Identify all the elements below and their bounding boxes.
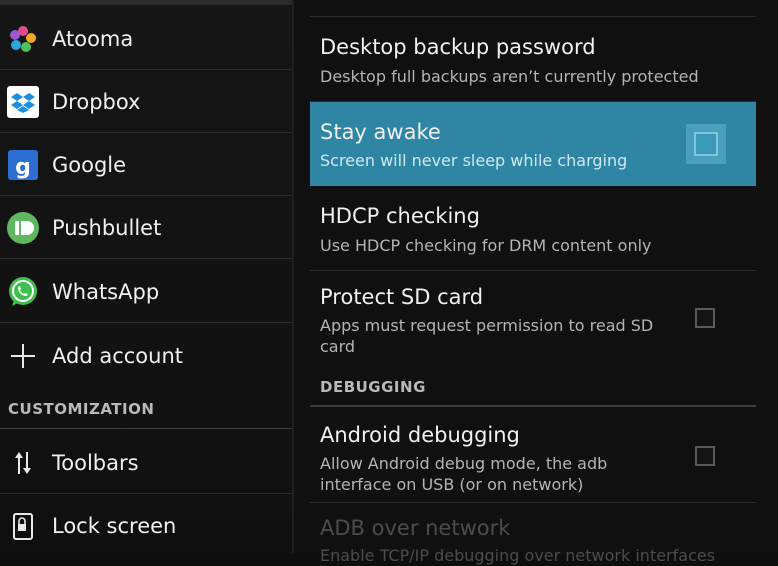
svg-text:g: g — [15, 155, 31, 180]
account-item-whatsapp[interactable]: WhatsApp — [0, 261, 292, 323]
add-account-item[interactable]: Add account — [0, 325, 292, 387]
account-item-dropbox[interactable]: Dropbox — [0, 71, 292, 133]
lock-screen-icon — [6, 509, 40, 543]
pref-title: ADB over network — [320, 516, 511, 540]
pref-summary: Apps must request permission to read SD … — [320, 316, 654, 356]
pref-summary: Screen will never sleep while charging — [320, 151, 628, 170]
pref-title: Android debugging — [320, 423, 520, 447]
lock-screen-item[interactable]: Lock screen — [0, 495, 292, 557]
pref-summary: Desktop full backups aren’t currently pr… — [320, 67, 699, 86]
pref-summary: Use HDCP checking for DRM content only — [320, 236, 652, 255]
debugging-header: DEBUGGING — [320, 378, 426, 396]
item-label: Lock screen — [52, 514, 177, 538]
adb-over-network-pref: ADB over network Enable TCP/IP debugging… — [310, 503, 756, 565]
pref-title: Stay awake — [320, 120, 441, 144]
account-label: Dropbox — [52, 89, 141, 114]
account-label: Atooma — [52, 26, 134, 51]
android-debugging-pref[interactable]: Android debugging Allow Android debug mo… — [310, 407, 756, 503]
pref-summary: Enable TCP/IP debugging over network int… — [320, 546, 716, 565]
dropbox-icon — [6, 85, 40, 119]
desktop-backup-password-pref[interactable]: Desktop backup password Desktop full bac… — [310, 18, 756, 102]
account-item-atooma[interactable]: Atooma — [0, 8, 292, 70]
stay-awake-pref[interactable]: Stay awake Screen will never sleep while… — [310, 102, 756, 186]
account-label: Google — [52, 152, 127, 177]
item-label: Toolbars — [52, 450, 139, 475]
toolbars-icon — [6, 446, 40, 480]
account-label: WhatsApp — [52, 279, 160, 304]
android-debugging-checkbox[interactable] — [695, 446, 715, 466]
toolbars-item[interactable]: Toolbars — [0, 432, 292, 494]
stay-awake-checkbox[interactable] — [694, 132, 718, 156]
account-item-pushbullet[interactable]: Pushbullet — [0, 197, 292, 259]
protect-sd-card-checkbox[interactable] — [695, 308, 715, 328]
atooma-icon — [6, 22, 40, 56]
customization-header: CUSTOMIZATION — [8, 400, 155, 418]
account-label: Pushbullet — [52, 215, 162, 240]
account-item-google[interactable]: g Google — [0, 134, 292, 196]
top-divider — [0, 0, 292, 5]
protect-sd-card-pref[interactable]: Protect SD card Apps must request permis… — [310, 271, 756, 369]
stay-awake-checkbox-highlight — [686, 124, 726, 164]
section-divider — [0, 428, 292, 429]
pref-summary: Allow Android debug mode, the adb interf… — [320, 454, 608, 494]
list-divider — [310, 16, 756, 17]
plus-icon — [6, 339, 40, 373]
pref-title: Protect SD card — [320, 285, 484, 309]
whatsapp-icon — [6, 275, 40, 309]
settings-headers-pane: Atooma Dropbox g Google Pushbullet Whats… — [0, 0, 292, 553]
account-label: Add account — [52, 344, 183, 368]
pref-title: Desktop backup password — [320, 35, 596, 59]
pref-title: HDCP checking — [320, 204, 480, 228]
developer-options-pane: Desktop backup password Desktop full bac… — [294, 0, 778, 565]
hdcp-checking-pref[interactable]: HDCP checking Use HDCP checking for DRM … — [310, 186, 756, 271]
google-icon: g — [6, 148, 40, 182]
pushbullet-icon — [6, 211, 40, 245]
